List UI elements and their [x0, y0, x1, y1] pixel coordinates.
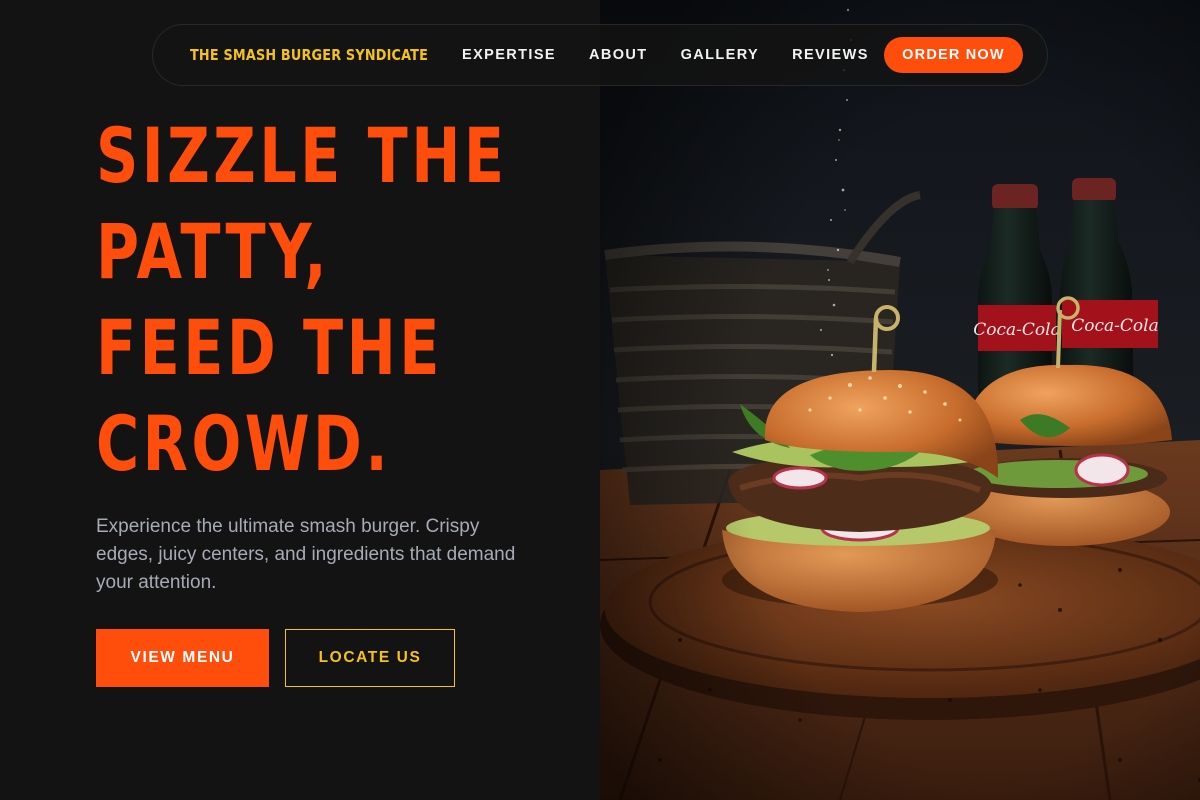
- view-menu-button[interactable]: VIEW MENU: [96, 629, 269, 687]
- nav-link-expertise[interactable]: EXPERTISE: [462, 47, 556, 63]
- headline-line: FEED THE: [96, 303, 443, 392]
- hero-headline: SIZZLE THE PATTY, FEED THE CROWD.: [96, 108, 596, 492]
- navbar: THE SMASH BURGER SYNDICATE EXPERTISE ABO…: [152, 24, 1048, 86]
- hero-burger-image: Coca-Cola Coca-Cola: [600, 0, 1200, 800]
- headline-line: CROWD.: [96, 399, 392, 488]
- brand-logo[interactable]: THE SMASH BURGER SYNDICATE: [190, 25, 428, 85]
- locate-us-button[interactable]: LOCATE US: [285, 629, 455, 687]
- hero-subtext: Experience the ultimate smash burger. Cr…: [96, 516, 516, 593]
- nav-link-gallery[interactable]: GALLERY: [681, 47, 760, 63]
- order-now-button[interactable]: ORDER NOW: [884, 37, 1023, 73]
- nav-link-about[interactable]: ABOUT: [589, 47, 648, 63]
- headline-line: SIZZLE THE: [96, 111, 508, 200]
- burger-photo: Coca-Cola Coca-Cola: [600, 0, 1200, 800]
- headline-line: PATTY,: [96, 207, 330, 296]
- nav-links: EXPERTISE ABOUT GALLERY REVIEWS: [462, 25, 902, 85]
- nav-link-reviews[interactable]: REVIEWS: [792, 47, 869, 63]
